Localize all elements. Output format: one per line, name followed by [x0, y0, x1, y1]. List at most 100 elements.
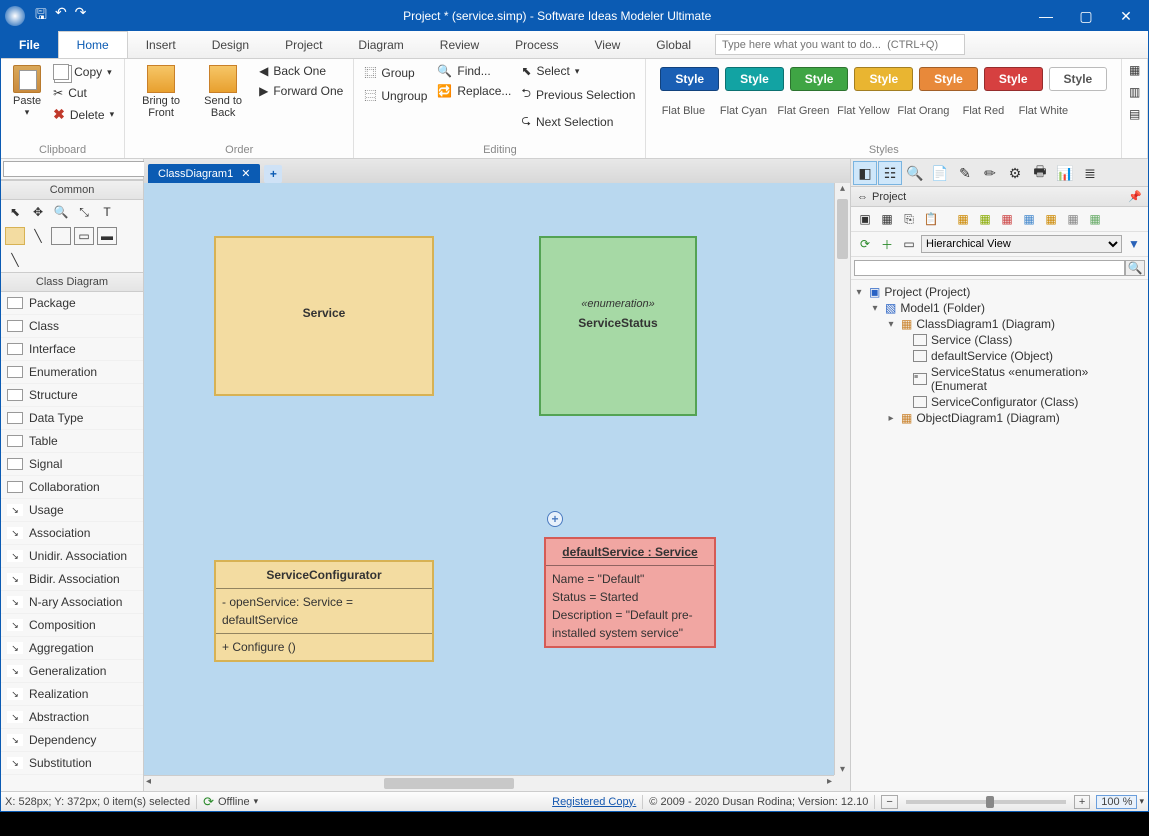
palette-item-aggregation[interactable]: ↘Aggregation	[1, 637, 143, 660]
bring-to-front-button[interactable]: Bring to Front	[133, 63, 189, 121]
tab-review[interactable]: Review	[422, 31, 497, 58]
palette-item-n-ary-association[interactable]: ↘N-ary Association	[1, 591, 143, 614]
forward-one-button[interactable]: ▶Forward One	[257, 83, 345, 99]
close-button[interactable]: ✕	[1108, 4, 1144, 28]
pt-g5[interactable]: ▦	[1041, 210, 1061, 228]
rt-btn-8[interactable]: 🖶	[1028, 161, 1052, 185]
project-pin-icon[interactable]: ⇔	[857, 191, 868, 203]
tree-model[interactable]: ▾▧Model1 (Folder)	[853, 300, 1146, 316]
palette-item-realization[interactable]: ↘Realization	[1, 683, 143, 706]
palette-item-class[interactable]: Class	[1, 315, 143, 338]
extra-btn-3[interactable]: ▤	[1129, 107, 1140, 121]
uml-servicestatus[interactable]: «enumeration» ServiceStatus	[539, 236, 697, 416]
palette-item-interface[interactable]: Interface	[1, 338, 143, 361]
pt-g3[interactable]: ▦	[997, 210, 1017, 228]
palette-item-dependency[interactable]: ↘Dependency	[1, 729, 143, 752]
rt-btn-3[interactable]: 🔍	[903, 161, 927, 185]
back-one-button[interactable]: ◀Back One	[257, 63, 345, 79]
pt-plus[interactable]: ＋	[877, 235, 897, 253]
tree-classdiagram[interactable]: ▾▦ClassDiagram1 (Diagram)	[853, 316, 1146, 332]
uml-defaultservice[interactable]: defaultService : Service Name = "Default…	[544, 537, 716, 648]
tree-servicestatus[interactable]: ≡ServiceStatus «enumeration» (Enumerat	[853, 364, 1146, 394]
pt-g6[interactable]: ▦	[1063, 210, 1083, 228]
resize-tool[interactable]: ⤡	[74, 203, 94, 221]
extra-btn-2[interactable]: ▥	[1129, 85, 1140, 99]
rt-btn-5[interactable]: ✎	[953, 161, 977, 185]
pt-paste[interactable]: 📋	[921, 210, 941, 228]
text-tool[interactable]: T	[97, 203, 117, 221]
pt-g7[interactable]: ▦	[1085, 210, 1105, 228]
zoom-value[interactable]: 100 %	[1096, 795, 1137, 809]
tab-design[interactable]: Design	[194, 31, 267, 58]
style-button-2[interactable]: Style	[790, 67, 849, 91]
rt-btn-6[interactable]: ✏	[978, 161, 1002, 185]
rect3-tool[interactable]: ▬	[97, 227, 117, 245]
canvas-hscroll[interactable]	[144, 775, 834, 791]
ungroup-button[interactable]: ⿳Ungroup	[362, 86, 429, 105]
palette-item-substitution[interactable]: ↘Substitution	[1, 752, 143, 775]
zoom-in-button[interactable]: +	[1074, 795, 1090, 809]
pointer-tool[interactable]: ⬉	[5, 203, 25, 221]
style-button-6[interactable]: Style	[1049, 67, 1108, 91]
minimize-button[interactable]: —	[1028, 4, 1064, 28]
status-offline-arrow-icon[interactable]: ▾	[254, 796, 259, 807]
pt-filter[interactable]: ▼	[1124, 235, 1144, 253]
project-search-input[interactable]	[854, 260, 1125, 276]
copy-button[interactable]: Copy▾	[51, 63, 116, 81]
tree-objectdiagram[interactable]: ▸▦ObjectDiagram1 (Diagram)	[853, 410, 1146, 426]
doc-tab-classdiagram[interactable]: ClassDiagram1 ✕	[148, 164, 260, 183]
tab-insert[interactable]: Insert	[128, 31, 194, 58]
paste-button[interactable]: Paste▾	[9, 63, 45, 120]
pt-add[interactable]: ▦	[877, 210, 897, 228]
palette-item-composition[interactable]: ↘Composition	[1, 614, 143, 637]
project-panel-pin[interactable]: 📌	[1128, 190, 1142, 203]
rt-btn-9[interactable]: 📊	[1053, 161, 1077, 185]
maximize-button[interactable]: ▢	[1068, 4, 1104, 28]
select-button[interactable]: ⬉Select▾	[519, 63, 637, 79]
tab-view[interactable]: View	[577, 31, 639, 58]
status-sync-icon[interactable]: ⟳	[203, 794, 214, 810]
qat-save-icon[interactable]: 🖫	[35, 4, 47, 28]
note-tool[interactable]	[5, 227, 25, 245]
connector-tool[interactable]: ╲	[5, 251, 25, 269]
rt-btn-2[interactable]: ☷	[878, 161, 902, 185]
tree-defaultservice[interactable]: defaultService (Object)	[853, 348, 1146, 364]
delete-button[interactable]: ✖Delete▾	[51, 105, 116, 124]
palette-item-structure[interactable]: Structure	[1, 384, 143, 407]
tab-home[interactable]: Home	[58, 31, 128, 58]
cut-button[interactable]: ✂Cut	[51, 85, 116, 101]
prev-selection-button[interactable]: ⮌Previous Selection	[519, 83, 637, 106]
tree-service[interactable]: Service (Class)	[853, 332, 1146, 348]
send-to-back-button[interactable]: Send to Back	[195, 63, 251, 121]
pt-book[interactable]: ▭	[899, 235, 919, 253]
add-element-marker[interactable]: +	[547, 511, 563, 527]
project-view-select[interactable]: Hierarchical View	[921, 235, 1122, 253]
zoom-arrow-icon[interactable]: ▾	[1139, 796, 1144, 807]
rt-btn-4[interactable]: 📄	[928, 161, 952, 185]
doc-tab-add-button[interactable]: +	[264, 165, 282, 183]
pt-g1[interactable]: ▦	[953, 210, 973, 228]
palette-item-unidir-association[interactable]: ↘Unidir. Association	[1, 545, 143, 568]
palette-item-data-type[interactable]: Data Type	[1, 407, 143, 430]
palette-item-collaboration[interactable]: Collaboration	[1, 476, 143, 499]
tree-project[interactable]: ▾▣Project (Project)	[853, 284, 1146, 300]
style-button-3[interactable]: Style	[854, 67, 913, 91]
palette-item-enumeration[interactable]: Enumeration	[1, 361, 143, 384]
tab-global[interactable]: Global	[638, 31, 709, 58]
extra-btn-1[interactable]: ▦	[1129, 63, 1140, 77]
palette-item-association[interactable]: ↘Association	[1, 522, 143, 545]
toolbox-search-input[interactable]	[3, 161, 151, 177]
pt-refresh[interactable]: ⟳	[855, 235, 875, 253]
pt-new[interactable]: ▣	[855, 210, 875, 228]
pt-g2[interactable]: ▦	[975, 210, 995, 228]
tab-process[interactable]: Process	[497, 31, 576, 58]
style-button-0[interactable]: Style	[660, 67, 719, 91]
palette-item-signal[interactable]: Signal	[1, 453, 143, 476]
project-search-button[interactable]: 🔍	[1125, 260, 1145, 276]
palette-item-table[interactable]: Table	[1, 430, 143, 453]
canvas-vscroll[interactable]	[834, 183, 850, 775]
style-button-4[interactable]: Style	[919, 67, 978, 91]
move-tool[interactable]: ✥	[28, 203, 48, 221]
uml-service[interactable]: Service	[214, 236, 434, 396]
next-selection-button[interactable]: ⮎Next Selection	[519, 110, 637, 133]
